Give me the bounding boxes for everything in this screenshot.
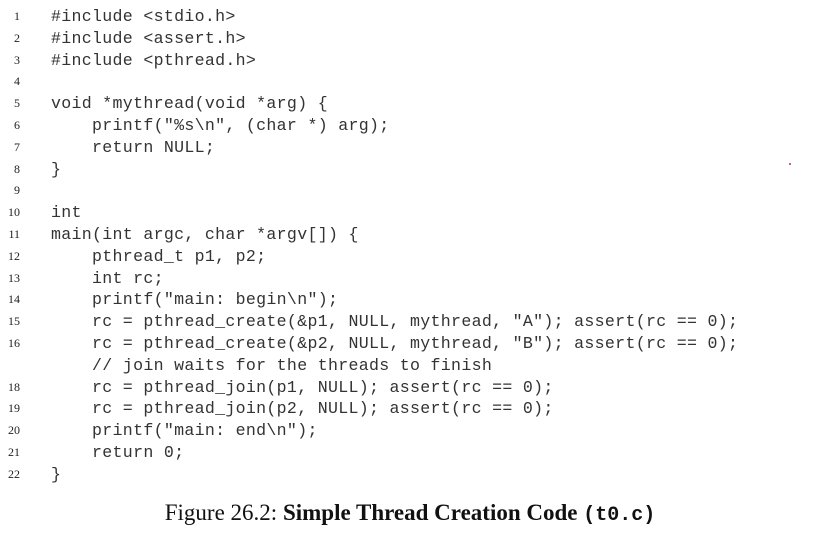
code-line: // join waits for the threads to finish: [0, 355, 820, 377]
line-number: 15: [8, 314, 20, 329]
code-line: 4: [0, 71, 820, 93]
line-number: 9: [14, 183, 20, 198]
line-number: 10: [8, 205, 20, 220]
code-text: rc = pthread_create(&p2, NULL, mythread,…: [51, 333, 739, 353]
line-number: 6: [14, 117, 20, 132]
code-text: int: [51, 203, 82, 223]
line-number: 22: [8, 466, 20, 481]
line-number: 20: [8, 423, 20, 438]
code-line: 11 main(int argc, char *argv[]) {: [0, 224, 820, 246]
code-text: #include <pthread.h>: [51, 50, 257, 70]
line-number: 14: [8, 292, 20, 307]
caption-title: Simple Thread Creation Code: [282, 500, 584, 525]
code-text: return NULL;: [51, 137, 216, 157]
code-line: 15 rc = pthread_create(&p1, NULL, mythre…: [0, 311, 820, 333]
stray-dot: [789, 163, 791, 165]
code-text: main(int argc, char *argv[]) {: [51, 224, 359, 244]
code-line: 6 printf("%s\n", (char *) arg);: [0, 115, 820, 137]
line-number: 18: [8, 379, 20, 394]
code-text: printf("%s\n", (char *) arg);: [51, 115, 390, 135]
code-text: #include <stdio.h>: [51, 7, 236, 26]
code-line: 22}: [0, 464, 820, 486]
line-number: 19: [8, 401, 20, 416]
line-number: 13: [8, 270, 20, 285]
line-number: 11: [8, 226, 20, 241]
code-line: 2 #include <assert.h>: [0, 28, 820, 50]
code-text: }: [51, 159, 62, 179]
code-text: #include <assert.h>: [51, 28, 246, 48]
caption-filename: (t0.c): [583, 504, 656, 527]
code-listing: 1 #include <stdio.h> 2 #include <assert.h>…: [0, 6, 820, 486]
code-text: rc = pthread_join(p2, NULL); assert(rc =…: [51, 399, 554, 419]
code-text: }: [51, 464, 62, 484]
code-line: 8}: [0, 159, 820, 181]
code-text: pthread_t p1, p2;: [51, 246, 267, 266]
code-line: 3 #include <pthread.h>: [0, 50, 820, 72]
code-comment: // join waits for the threads to finish: [51, 355, 493, 375]
code-line: 14 printf("main: begin\n");: [0, 289, 820, 311]
line-number: 2: [14, 30, 20, 45]
line-number: 16: [8, 335, 20, 350]
code-text: printf("main: end\n");: [51, 421, 318, 441]
code-line: 20 printf("main: end\n");: [0, 420, 820, 442]
line-number: 1: [14, 9, 20, 23]
caption-prefix: Figure 26.2:: [164, 500, 283, 525]
code-text: printf("main: begin\n");: [51, 290, 339, 310]
line-number: 7: [14, 139, 20, 154]
code-line: 1 #include <stdio.h>: [0, 6, 820, 28]
code-line: 19 rc = pthread_join(p2, NULL); assert(r…: [0, 398, 820, 420]
line-number: 5: [14, 96, 20, 111]
code-text: int rc;: [51, 268, 164, 288]
code-line: 16 rc = pthread_create(&p2, NULL, mythre…: [0, 333, 820, 355]
code-line: 18 rc = pthread_join(p1, NULL); assert(r…: [0, 377, 820, 399]
line-number: 3: [14, 52, 20, 67]
code-line: 12 pthread_t p1, p2;: [0, 246, 820, 268]
code-text: void *mythread(void *arg) {: [51, 94, 328, 114]
line-number: 8: [14, 161, 20, 176]
line-number: 21: [8, 444, 20, 459]
figure-caption: Figure 26.2: Simple Thread Creation Code…: [0, 500, 820, 527]
code-text: return 0;: [51, 442, 185, 462]
line-number: 12: [8, 248, 20, 263]
line-number: 4: [14, 74, 20, 89]
code-line: 9: [0, 180, 820, 202]
code-text: rc = pthread_join(p1, NULL); assert(rc =…: [51, 377, 554, 397]
code-line: 10 int: [0, 202, 820, 224]
code-text: rc = pthread_create(&p1, NULL, mythread,…: [51, 312, 739, 332]
code-line: 5 void *mythread(void *arg) {: [0, 93, 820, 115]
code-line: 21 return 0;: [0, 442, 820, 464]
code-line: 7 return NULL;: [0, 137, 820, 159]
code-line: 13 int rc;: [0, 268, 820, 290]
